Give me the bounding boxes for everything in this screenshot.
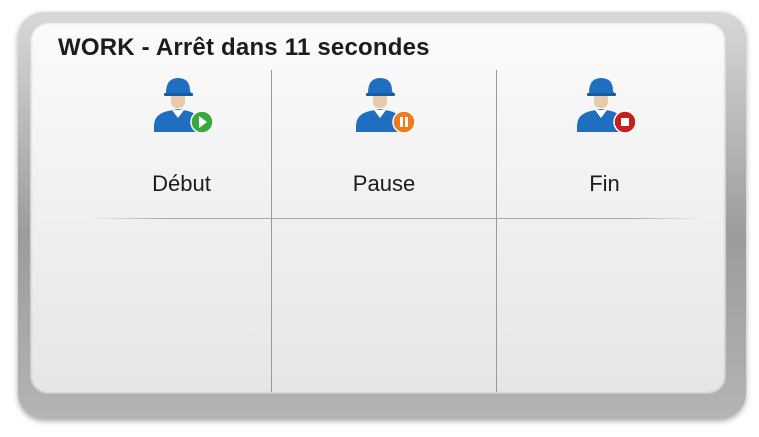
- empty-cell: [92, 219, 271, 392]
- end-button[interactable]: Fin: [497, 70, 712, 218]
- start-button[interactable]: Début: [92, 70, 271, 218]
- pause-label: Pause: [352, 171, 416, 196]
- end-label: Fin: [589, 171, 620, 196]
- start-label: Début: [152, 171, 211, 196]
- screen-title: WORK - Arrêt dans 11 secondes: [58, 34, 430, 61]
- worker-stop-icon: [567, 74, 643, 144]
- empty-cell: [272, 219, 496, 392]
- worker-play-icon: [144, 74, 220, 144]
- action-grid: Début Pause Fin: [92, 70, 712, 392]
- worker-pause-icon: [346, 74, 422, 144]
- empty-cell: [497, 219, 712, 392]
- pause-button[interactable]: Pause: [272, 70, 496, 218]
- work-status-screen: WORK - Arrêt dans 11 secondes Début Paus…: [30, 22, 726, 394]
